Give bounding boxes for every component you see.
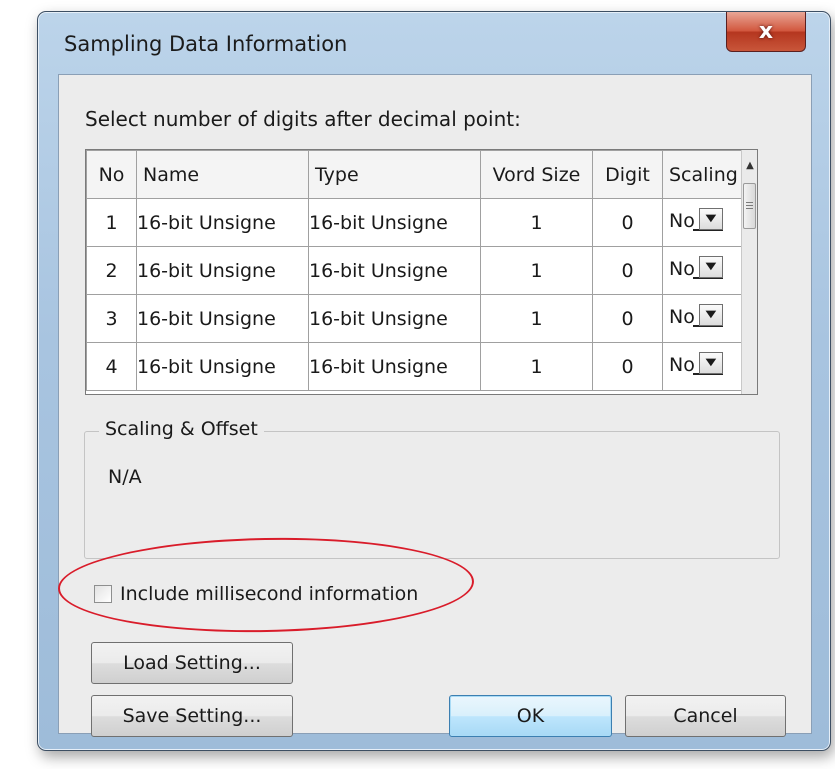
row-number: 3 [86, 294, 137, 343]
table-row[interactable]: 1 16-bit Unsigne 16-bit Unsigne 1 0 No ▼ [86, 198, 743, 247]
load-setting-button[interactable]: Load Setting... [91, 642, 293, 684]
data-grid: No Name Type Vord Size Digit Scaling 1 1… [85, 149, 758, 395]
scaling-offset-value: N/A [108, 466, 142, 488]
cell-digit[interactable]: 0 [592, 294, 663, 343]
data-table: No Name Type Vord Size Digit Scaling 1 1… [86, 150, 743, 391]
cell-digit[interactable]: 0 [592, 246, 663, 295]
col-header-type[interactable]: Type [308, 150, 481, 199]
cell-name[interactable]: 16-bit Unsigne [136, 342, 309, 391]
table-header-row: No Name Type Vord Size Digit Scaling [86, 150, 743, 199]
cell-scaling[interactable]: No ▼ [662, 342, 743, 391]
dialog-body: Select number of digits after decimal po… [58, 74, 812, 737]
scrollbar-thumb[interactable] [743, 183, 756, 229]
cell-name[interactable]: 16-bit Unsigne [136, 198, 309, 247]
cell-name[interactable]: 16-bit Unsigne [136, 246, 309, 295]
col-header-name[interactable]: Name [136, 150, 309, 199]
cell-type[interactable]: 16-bit Unsigne [308, 342, 481, 391]
cell-word-size[interactable]: 1 [480, 342, 593, 391]
cell-scaling[interactable]: No ▼ [662, 198, 743, 247]
scaling-value: No [669, 354, 695, 376]
scaling-value: No [669, 306, 695, 328]
save-setting-button[interactable]: Save Setting... [91, 695, 293, 737]
table-row[interactable]: 4 16-bit Unsigne 16-bit Unsigne 1 0 No ▼ [86, 342, 743, 391]
col-header-digit[interactable]: Digit [592, 150, 663, 199]
chevron-down-icon[interactable]: ▼ [699, 208, 723, 230]
grip-icon [746, 202, 753, 210]
scaling-value: No [669, 258, 695, 280]
digits-prompt: Select number of digits after decimal po… [85, 107, 521, 131]
cancel-button[interactable]: Cancel [625, 695, 786, 737]
cell-word-size[interactable]: 1 [480, 198, 593, 247]
col-header-word-size[interactable]: Vord Size [480, 150, 593, 199]
title-bar[interactable]: Sampling Data Information x [38, 12, 830, 72]
scaling-offset-group: Scaling & Offset N/A [84, 418, 780, 559]
dialog-title: Sampling Data Information [64, 32, 348, 56]
cell-scaling[interactable]: No ▼ [662, 294, 743, 343]
group-title: Scaling & Offset [99, 418, 264, 440]
col-header-scaling[interactable]: Scaling [662, 150, 743, 199]
grid-scrollbar[interactable]: ▲ [741, 150, 757, 394]
cell-name[interactable]: 16-bit Unsigne [136, 294, 309, 343]
row-number: 2 [86, 246, 137, 295]
cell-type[interactable]: 16-bit Unsigne [308, 198, 481, 247]
chevron-down-icon[interactable]: ▼ [699, 256, 723, 278]
row-number: 4 [86, 342, 137, 391]
arrow-up-icon[interactable]: ▲ [742, 150, 757, 180]
scaling-value: No [669, 210, 695, 232]
dialog-window: Sampling Data Information x Select numbe… [37, 11, 831, 751]
cell-digit[interactable]: 0 [592, 342, 663, 391]
cell-type[interactable]: 16-bit Unsigne [308, 294, 481, 343]
close-button[interactable]: x [726, 12, 806, 52]
table-row[interactable]: 3 16-bit Unsigne 16-bit Unsigne 1 0 No ▼ [86, 294, 743, 343]
cell-type[interactable]: 16-bit Unsigne [308, 246, 481, 295]
cell-word-size[interactable]: 1 [480, 246, 593, 295]
chevron-down-icon[interactable]: ▼ [699, 352, 723, 374]
close-icon: x [758, 19, 774, 44]
cell-scaling[interactable]: No ▼ [662, 246, 743, 295]
ok-button[interactable]: OK [449, 695, 612, 737]
cell-digit[interactable]: 0 [592, 198, 663, 247]
cell-word-size[interactable]: 1 [480, 294, 593, 343]
chevron-down-icon[interactable]: ▼ [699, 304, 723, 326]
row-number: 1 [86, 198, 137, 247]
col-header-no[interactable]: No [86, 150, 137, 199]
table-row[interactable]: 2 16-bit Unsigne 16-bit Unsigne 1 0 No ▼ [86, 246, 743, 295]
